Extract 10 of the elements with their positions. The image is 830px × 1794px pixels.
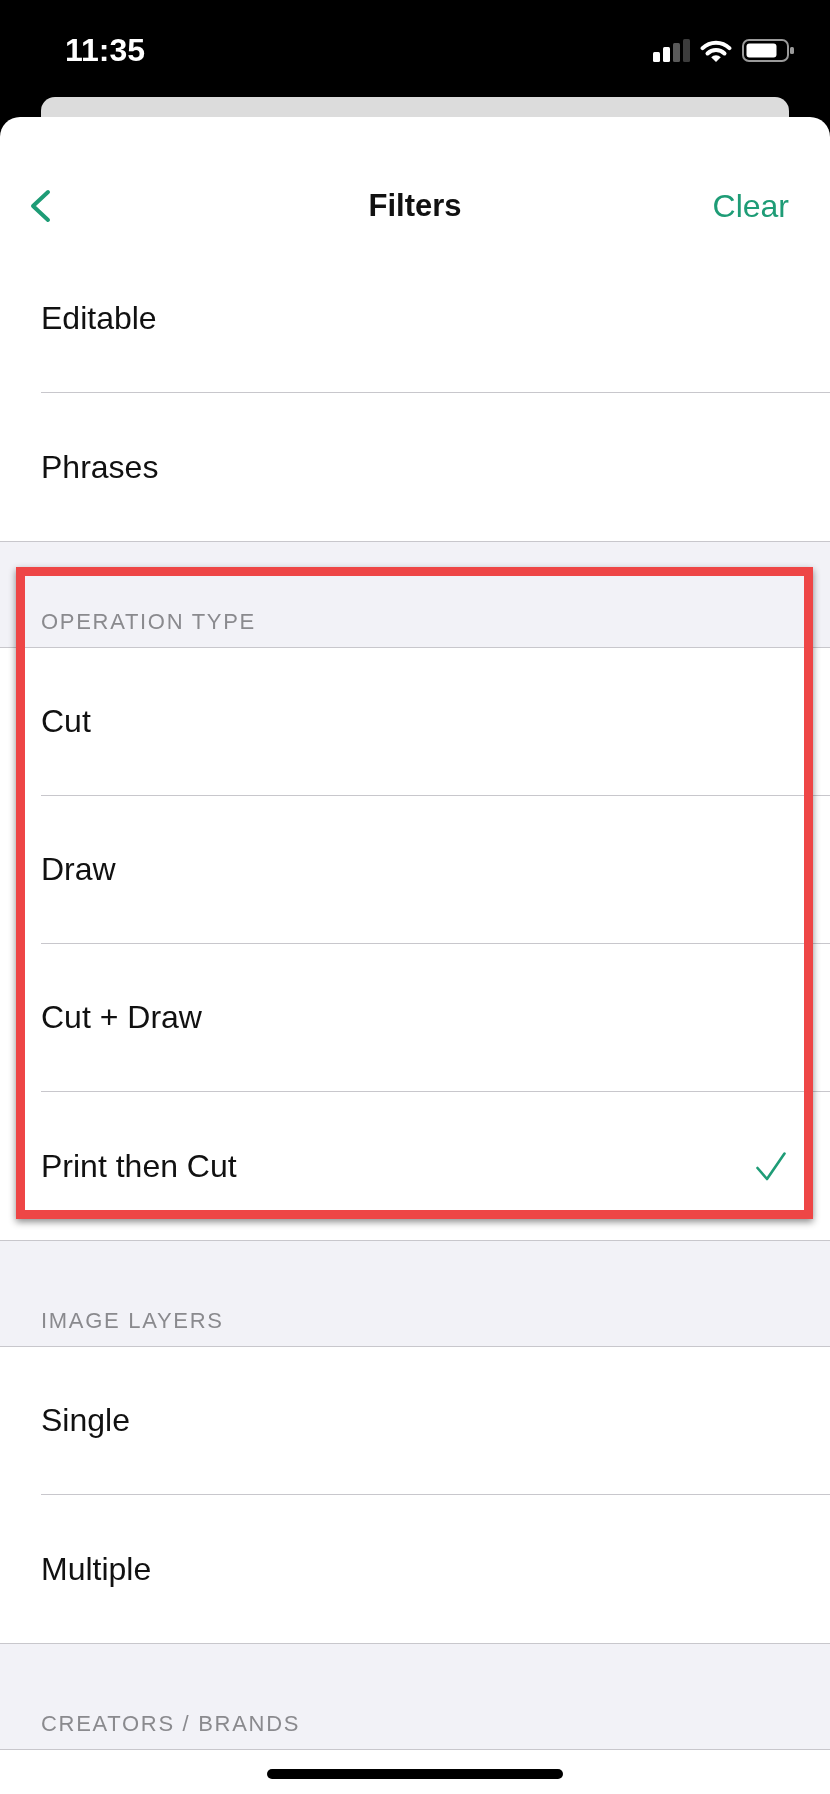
status-time: 11:35 (65, 34, 146, 66)
section-header: IMAGE LAYERS (0, 1241, 830, 1347)
section-header: OPERATION TYPE (0, 542, 830, 648)
section-header: CREATORS / BRANDS (0, 1644, 830, 1750)
back-icon[interactable] (28, 189, 52, 223)
wifi-icon (700, 38, 732, 62)
nav-title: Filters (368, 188, 462, 224)
checkmark-icon (756, 1151, 786, 1181)
signal-icon (653, 38, 690, 62)
battery-icon (742, 38, 794, 62)
